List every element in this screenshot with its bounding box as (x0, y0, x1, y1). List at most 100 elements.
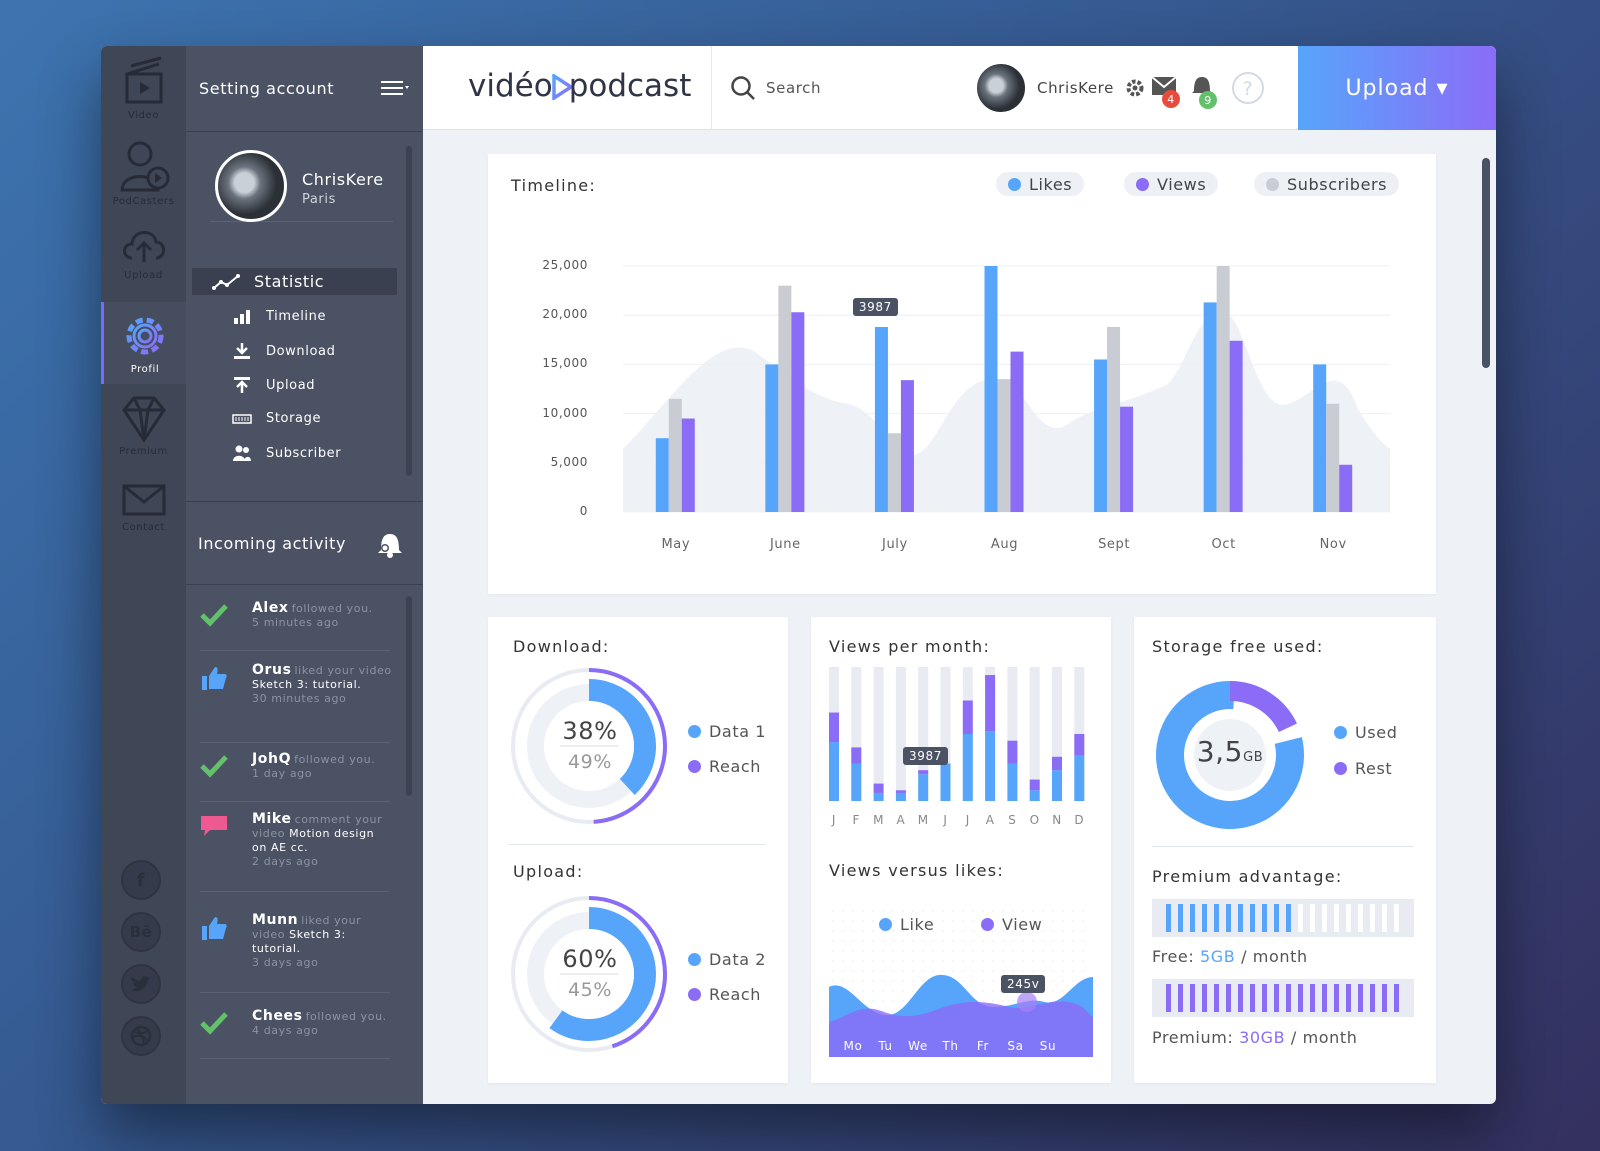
menu-item-label: Download (266, 343, 336, 359)
panel-scrollbar[interactable] (406, 146, 412, 476)
bar-likes (985, 731, 996, 801)
users-icon (232, 445, 252, 461)
rail-podcasters[interactable]: PodCasters (101, 138, 186, 207)
rail-upload[interactable]: Upload (101, 222, 186, 281)
bar-segment (1226, 904, 1231, 932)
timeline-card: Timeline: Likes Views Subscribers 25,000… (488, 154, 1436, 594)
rail-video[interactable]: Video (101, 54, 186, 121)
behance-icon[interactable]: Bē (121, 912, 161, 952)
statistic-menu[interactable]: Statistic (192, 268, 397, 295)
grid-dot (832, 980, 834, 982)
rail-premium[interactable]: Premium (101, 394, 186, 457)
premium-value: 30GB (1239, 1028, 1286, 1047)
grid-dot (882, 980, 884, 982)
activity-item[interactable]: Munn liked your video Sketch 3: tutorial.… (200, 913, 390, 993)
grid-dot (832, 960, 834, 962)
x-tick-label: Nov (1319, 537, 1347, 552)
bell-icon[interactable] (377, 530, 403, 558)
bar-likes (655, 438, 669, 512)
dribbble-icon[interactable] (121, 1016, 161, 1056)
activity-item[interactable]: Mike comment your video Motion design on … (200, 812, 390, 892)
activity-text: Chees followed you. 4 days ago (252, 1009, 392, 1038)
bar-views (1007, 740, 1018, 764)
grid-dot (1062, 980, 1064, 982)
bar-views (1010, 351, 1024, 512)
bar-segment (1310, 984, 1315, 1012)
content-scrollbar[interactable] (1482, 158, 1490, 368)
grid-dot (892, 940, 894, 942)
activity-item[interactable]: JohQ followed you. 1 day ago (200, 752, 390, 802)
legend-label: Reach (709, 985, 761, 1004)
hamburger-menu-icon[interactable] (381, 80, 409, 96)
grid-dot (1062, 970, 1064, 972)
activity-item[interactable]: Orus liked your video Sketch 3: tutorial.… (200, 663, 391, 743)
user-menu[interactable]: ChrisKere (975, 62, 1114, 114)
bar-segment (1346, 904, 1351, 932)
help-icon[interactable]: ? (1231, 71, 1265, 105)
top-bar: vidéo podcast Search ChrisKere 4 9 ? Uplo… (423, 46, 1496, 130)
thumbs-up-icon (200, 915, 228, 945)
activity-user: Alex (252, 600, 289, 616)
profile-city: Paris (302, 192, 336, 207)
grid-dot (862, 970, 864, 972)
bar-segment (1238, 904, 1243, 932)
bar-views (985, 675, 996, 732)
legend-dot (688, 760, 701, 773)
grid-dot (1072, 980, 1074, 982)
grid-dot (1012, 950, 1014, 952)
check-icon (200, 754, 228, 782)
activity-scrollbar[interactable] (406, 596, 412, 796)
activity-item[interactable]: Alex followed you. 5 minutes ago (200, 601, 390, 651)
storage-number: 3,5 (1196, 735, 1244, 768)
menu-item-download[interactable]: Download (232, 343, 335, 359)
grid-dot (902, 960, 904, 962)
activity-item[interactable]: Chees followed you. 4 days ago (200, 1009, 390, 1059)
logo[interactable]: vidéo podcast (468, 68, 691, 104)
y-tick-label: 20,000 (542, 307, 588, 322)
grid-dot (1002, 950, 1004, 952)
grid-dot (852, 950, 854, 952)
activity-action: followed you. (291, 602, 373, 615)
rail-profil[interactable]: Profil (101, 302, 186, 384)
search-box[interactable]: Search (711, 46, 821, 130)
bar-chart-icon (232, 309, 252, 324)
activity-time: 4 days ago (252, 1024, 319, 1037)
grid-dot (852, 920, 854, 922)
activity-action: followed you. (294, 753, 376, 766)
gear-icon[interactable] (1125, 78, 1145, 98)
upload-button[interactable]: Upload ▾ (1298, 46, 1496, 130)
menu-item-storage[interactable]: Storage (232, 411, 321, 426)
menu-item-subscriber[interactable]: Subscriber (232, 445, 341, 461)
twitter-icon[interactable] (121, 964, 161, 1004)
facebook-icon[interactable]: f (121, 860, 161, 900)
grid-dot (992, 970, 994, 972)
grid-dot (972, 980, 974, 982)
rail-contact[interactable]: Contact (101, 480, 186, 533)
profile-name: ChrisKere (302, 170, 384, 189)
grid-dot (932, 910, 934, 912)
grid-dot (902, 970, 904, 972)
svg-text:?: ? (1243, 78, 1254, 100)
bar-likes (1007, 763, 1018, 801)
grid-dot (972, 950, 974, 952)
activity-user: JohQ (252, 751, 292, 767)
menu-item-timeline[interactable]: Timeline (232, 309, 326, 324)
x-tick-label: Oct (1211, 537, 1236, 552)
avatar[interactable] (215, 150, 287, 222)
grid-dot (862, 930, 864, 932)
grid-dot (1012, 970, 1014, 972)
bar-segment (1286, 984, 1291, 1012)
grid-dot (1082, 930, 1084, 932)
grid-dot (1062, 920, 1064, 922)
grid-dot (1072, 970, 1074, 972)
month-label: J (831, 813, 837, 827)
grid-dot (842, 970, 844, 972)
grid-dot (1062, 950, 1064, 952)
menu-item-upload[interactable]: Upload (232, 377, 315, 393)
grid-dot (872, 940, 874, 942)
month-label: J (965, 813, 970, 827)
grid-dot (992, 980, 994, 982)
bar-views (851, 747, 862, 764)
free-plan-text: Free: 5GB / month (1152, 947, 1308, 966)
grid-dot (962, 980, 964, 982)
